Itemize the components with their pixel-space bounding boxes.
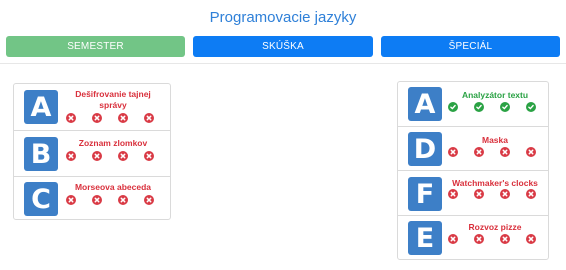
x-circle-icon bbox=[118, 113, 128, 123]
page-title: Programovacie jazyky bbox=[209, 9, 357, 26]
x-circle-icon bbox=[118, 195, 128, 205]
x-circle-icon bbox=[474, 189, 484, 199]
test-results bbox=[448, 189, 538, 200]
tab-semester[interactable]: Semester bbox=[6, 36, 185, 57]
test-results bbox=[66, 113, 156, 124]
test-results bbox=[448, 102, 538, 113]
x-circle-icon bbox=[92, 113, 102, 123]
x-circle-icon bbox=[66, 195, 76, 205]
assignment-letter-badge: C bbox=[24, 182, 58, 216]
assignment-letter-badge: A bbox=[408, 87, 442, 121]
assignment-title[interactable]: Zoznam zlomkov bbox=[62, 138, 164, 149]
tab-special[interactable]: Špeciál bbox=[381, 36, 560, 57]
assignment-title[interactable]: Maska bbox=[444, 135, 546, 146]
check-circle-icon bbox=[474, 102, 484, 112]
assignment-letter-badge: A bbox=[24, 90, 58, 124]
assignment-row[interactable]: E Rozvoz pizze bbox=[398, 215, 548, 260]
check-circle-icon bbox=[500, 102, 510, 112]
x-circle-icon bbox=[118, 151, 128, 161]
x-circle-icon bbox=[66, 113, 76, 123]
assignment-title[interactable]: Morseova abeceda bbox=[62, 182, 164, 193]
assignment-row[interactable]: C Morseova abeceda bbox=[14, 176, 170, 220]
assignment-letter-badge: B bbox=[24, 137, 58, 171]
assignment-row[interactable]: D Maska bbox=[398, 126, 548, 171]
x-circle-icon bbox=[500, 234, 510, 244]
assignment-letter-badge: D bbox=[408, 132, 442, 166]
assignment-row[interactable]: A Dešifrovanie tajnej správy bbox=[14, 84, 170, 130]
tab-skuska[interactable]: Skúška bbox=[193, 36, 373, 57]
header-divider bbox=[0, 63, 566, 64]
assignments-panel-left: A Dešifrovanie tajnej správy B Zoznam zlomk… bbox=[13, 83, 171, 220]
x-circle-icon bbox=[500, 189, 510, 199]
x-circle-icon bbox=[448, 189, 458, 199]
assignment-title[interactable]: Watchmaker's clocks bbox=[444, 178, 546, 189]
test-results bbox=[448, 147, 538, 158]
x-circle-icon bbox=[448, 234, 458, 244]
assignment-row[interactable]: B Zoznam zlomkov bbox=[14, 130, 170, 177]
test-results bbox=[448, 234, 538, 245]
assignments-panel-right: A Analyzátor textu D Maska F Watchmaker's clo… bbox=[397, 81, 549, 260]
assignment-row[interactable]: A Analyzátor textu bbox=[398, 82, 548, 126]
x-circle-icon bbox=[92, 151, 102, 161]
x-circle-icon bbox=[500, 147, 510, 157]
x-circle-icon bbox=[526, 234, 536, 244]
check-circle-icon bbox=[526, 102, 536, 112]
x-circle-icon bbox=[144, 195, 154, 205]
assignment-letter-badge: E bbox=[408, 221, 442, 255]
x-circle-icon bbox=[474, 147, 484, 157]
check-circle-icon bbox=[448, 102, 458, 112]
x-circle-icon bbox=[526, 189, 536, 199]
assignment-title[interactable]: Rozvoz pizze bbox=[444, 222, 546, 233]
assignment-title[interactable]: Dešifrovanie tajnej správy bbox=[62, 89, 164, 111]
x-circle-icon bbox=[92, 195, 102, 205]
x-circle-icon bbox=[144, 113, 154, 123]
x-circle-icon bbox=[144, 151, 154, 161]
test-results bbox=[66, 151, 156, 162]
test-results bbox=[66, 195, 156, 206]
x-circle-icon bbox=[448, 147, 458, 157]
x-circle-icon bbox=[526, 147, 536, 157]
x-circle-icon bbox=[474, 234, 484, 244]
assignment-row[interactable]: F Watchmaker's clocks bbox=[398, 170, 548, 216]
assignment-letter-badge: F bbox=[408, 177, 442, 211]
x-circle-icon bbox=[66, 151, 76, 161]
assignment-title[interactable]: Analyzátor textu bbox=[444, 90, 546, 101]
